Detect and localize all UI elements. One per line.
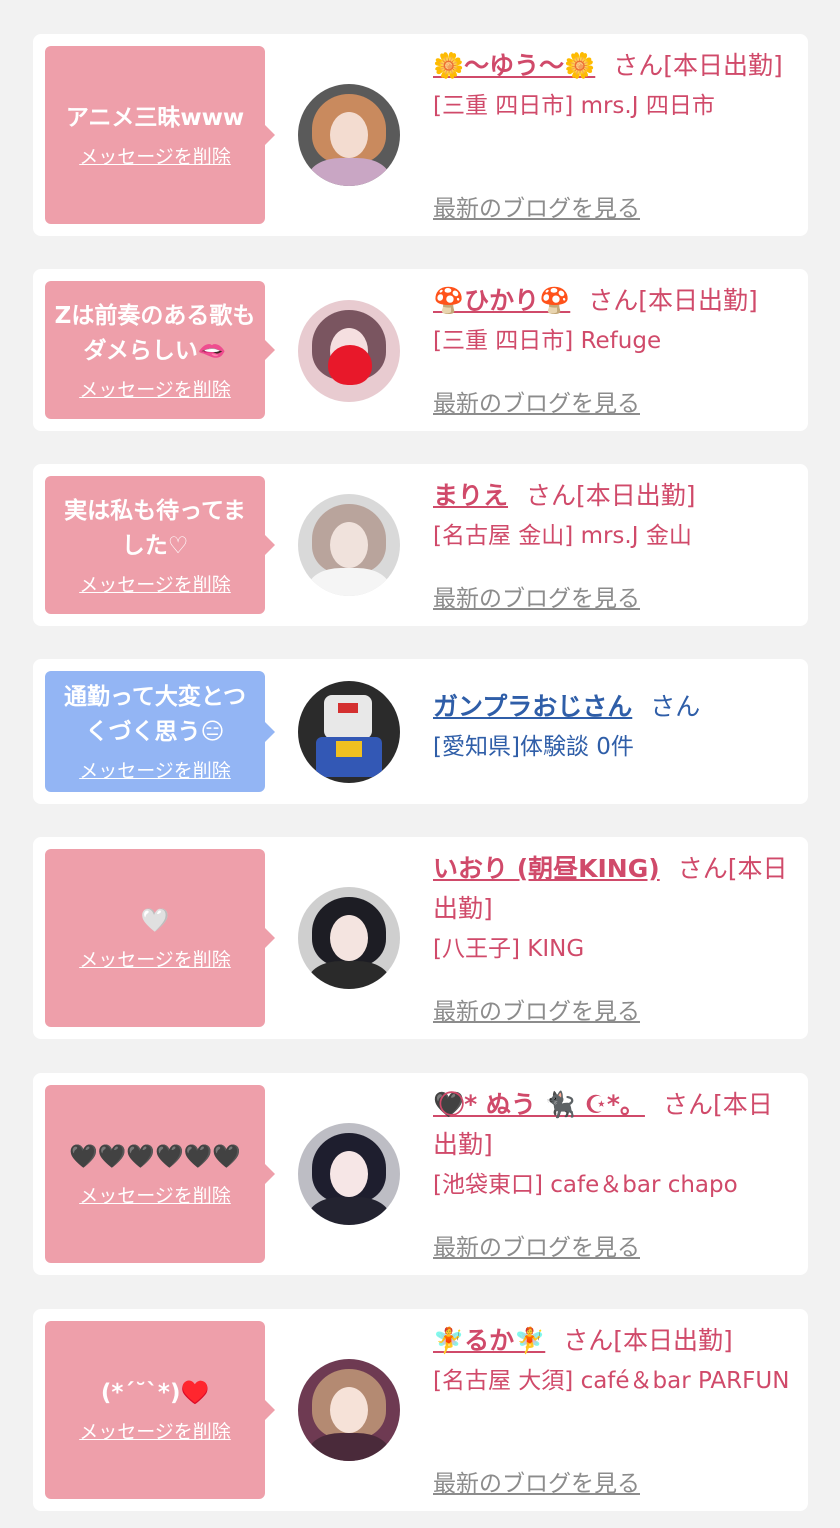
name-line: 🍄ひかり🍄 さん[本日出勤] <box>433 281 793 321</box>
name-suffix: さん <box>650 692 701 721</box>
name-line: ガンプラおじさん さん <box>433 687 793 727</box>
message-text: (*´˘`*)♥️ <box>100 1380 210 1406</box>
avatar[interactable] <box>298 681 400 783</box>
latest-blog-link[interactable]: 最新のブログを見る <box>433 189 640 223</box>
profile-name-link[interactable]: ガンプラおじさん <box>433 692 632 721</box>
profile-info: 🖤⃝* ぬう 🐈‍⬛ ☪︎*。 さん[本日出勤] [池袋東口] cafe＆bar … <box>433 1085 793 1205</box>
profile-info: 🧚るか🧚 さん[本日出勤] [名古屋 大須] café＆bar PARFUN <box>433 1321 793 1401</box>
profile-info: まりえ さん[本日出勤] [名古屋 金山] mrs.J 金山 <box>433 476 793 556</box>
profile-info: いおり (朝昼KING) さん[本日出勤] [八王子] KING <box>433 849 793 969</box>
name-line: 🌼〜ゆう〜🌼 さん[本日出勤] <box>433 46 793 86</box>
delete-message-link[interactable]: メッセージを削除 <box>79 570 231 597</box>
message-bubble: 🤍 メッセージを削除 <box>45 849 275 1027</box>
shop-info: [池袋東口] cafe＆bar chapo <box>433 1172 738 1198</box>
message-text: Zは前奏のある歌もダメらしい🫦 <box>54 302 256 364</box>
shop-info: [三重 四日市] mrs.J 四日市 <box>433 93 715 119</box>
name-line: いおり (朝昼KING) さん[本日出勤] <box>433 849 793 929</box>
name-suffix: さん[本日出勤] <box>613 51 783 80</box>
message-bubble: 実は私も待ってました♡ メッセージを削除 <box>45 476 275 614</box>
message-card: 実は私も待ってました♡ メッセージを削除 まりえ さん[本日出勤] [名古屋 金山… <box>33 464 808 626</box>
message-text: 実は私も待ってました♡ <box>64 497 246 559</box>
profile-info: ガンプラおじさん さん [愛知県]体験談 0件 <box>433 687 793 767</box>
profile-name-link[interactable]: 🌼〜ゆう〜🌼 <box>433 51 595 80</box>
avatar[interactable] <box>298 84 400 186</box>
message-bubble: (*´˘`*)♥️ メッセージを削除 <box>45 1321 275 1499</box>
latest-blog-link[interactable]: 最新のブログを見る <box>433 1464 640 1498</box>
message-text: アニメ三昧www <box>65 105 245 131</box>
shop-info: [名古屋 大須] café＆bar PARFUN <box>433 1368 790 1394</box>
latest-blog-link[interactable]: 最新のブログを見る <box>433 579 640 613</box>
avatar[interactable] <box>298 1359 400 1461</box>
message-text: 🖤🖤🖤🖤🖤🖤 <box>69 1144 241 1170</box>
avatar[interactable] <box>298 887 400 989</box>
message-card: 🖤🖤🖤🖤🖤🖤 メッセージを削除 🖤⃝* ぬう 🐈‍⬛ ☪︎*。 さん[本日出勤] … <box>33 1073 808 1275</box>
name-suffix: さん[本日出勤] <box>588 286 758 315</box>
delete-message-link[interactable]: メッセージを削除 <box>79 945 231 972</box>
profile-name-link[interactable]: いおり (朝昼KING) <box>433 854 660 883</box>
delete-message-link[interactable]: メッセージを削除 <box>79 1181 231 1208</box>
delete-message-link[interactable]: メッセージを削除 <box>79 375 231 402</box>
avatar[interactable] <box>298 300 400 402</box>
delete-message-link[interactable]: メッセージを削除 <box>79 142 231 169</box>
profile-info: 🍄ひかり🍄 さん[本日出勤] [三重 四日市] Refuge <box>433 281 793 361</box>
message-text: 🤍 <box>140 908 170 934</box>
name-line: 🖤⃝* ぬう 🐈‍⬛ ☪︎*。 さん[本日出勤] <box>433 1085 793 1165</box>
profile-name-link[interactable]: 🍄ひかり🍄 <box>433 286 570 315</box>
latest-blog-link[interactable]: 最新のブログを見る <box>433 992 640 1026</box>
message-card: 通勤って大変とつくづく思う😑 メッセージを削除 ガンプラおじさん さん [愛知県]… <box>33 659 808 804</box>
profile-name-link[interactable]: まりえ <box>433 481 508 510</box>
latest-blog-link[interactable]: 最新のブログを見る <box>433 1228 640 1262</box>
message-card: (*´˘`*)♥️ メッセージを削除 🧚るか🧚 さん[本日出勤] [名古屋 大須]… <box>33 1309 808 1511</box>
name-line: まりえ さん[本日出勤] <box>433 476 793 516</box>
message-card: アニメ三昧www メッセージを削除 🌼〜ゆう〜🌼 さん[本日出勤] [三重 四日市… <box>33 34 808 236</box>
message-bubble: アニメ三昧www メッセージを削除 <box>45 46 275 224</box>
profile-info: 🌼〜ゆう〜🌼 さん[本日出勤] [三重 四日市] mrs.J 四日市 <box>433 46 793 126</box>
message-card: 🤍 メッセージを削除 いおり (朝昼KING) さん[本日出勤] [八王子] KI… <box>33 837 808 1039</box>
message-bubble: 🖤🖤🖤🖤🖤🖤 メッセージを削除 <box>45 1085 275 1263</box>
name-suffix: さん[本日出勤] <box>526 481 696 510</box>
shop-info: [八王子] KING <box>433 936 585 962</box>
name-line: 🧚るか🧚 さん[本日出勤] <box>433 1321 793 1361</box>
message-card: Zは前奏のある歌もダメらしい🫦 メッセージを削除 🍄ひかり🍄 さん[本日出勤] [… <box>33 269 808 431</box>
profile-name-link[interactable]: 🧚るか🧚 <box>433 1326 545 1355</box>
message-bubble: 通勤って大変とつくづく思う😑 メッセージを削除 <box>45 671 275 792</box>
delete-message-link[interactable]: メッセージを削除 <box>79 1417 231 1444</box>
avatar[interactable] <box>298 494 400 596</box>
delete-message-link[interactable]: メッセージを削除 <box>79 756 231 783</box>
profile-name-link[interactable]: 🖤⃝* ぬう 🐈‍⬛ ☪︎*。 <box>433 1090 645 1119</box>
avatar[interactable] <box>298 1123 400 1225</box>
shop-info: [名古屋 金山] mrs.J 金山 <box>433 523 692 549</box>
shop-info: [三重 四日市] Refuge <box>433 328 662 354</box>
message-text: 通勤って大変とつくづく思う😑 <box>64 684 246 745</box>
shop-info: [愛知県]体験談 0件 <box>433 734 634 760</box>
latest-blog-link[interactable]: 最新のブログを見る <box>433 384 640 418</box>
message-bubble: Zは前奏のある歌もダメらしい🫦 メッセージを削除 <box>45 281 275 419</box>
name-suffix: さん[本日出勤] <box>563 1326 733 1355</box>
